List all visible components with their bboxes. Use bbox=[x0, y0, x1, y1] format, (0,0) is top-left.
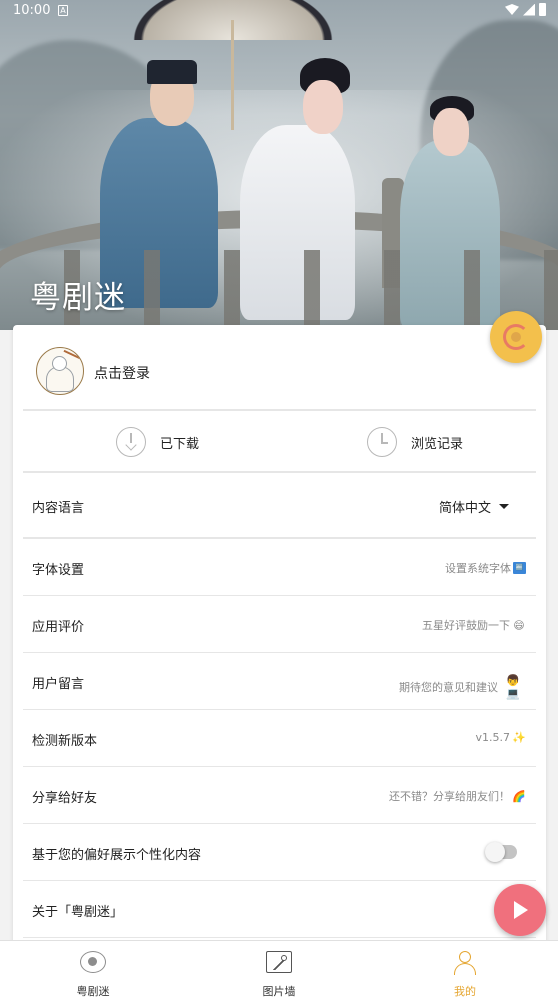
quick-actions: 已下载 浏览记录 bbox=[23, 411, 536, 473]
download-clock-icon bbox=[116, 427, 146, 457]
person-icon bbox=[452, 951, 478, 975]
history-clock-icon bbox=[367, 427, 397, 457]
play-fab-button[interactable] bbox=[494, 884, 546, 936]
boy-laptop-emoji-icon: 👦💻 bbox=[506, 674, 520, 700]
figure-lady-green-head bbox=[433, 108, 469, 156]
content-language-label: 内容语言 bbox=[32, 501, 85, 516]
bottom-nav: 粤剧迷 图片墙 我的 bbox=[0, 940, 558, 997]
menu-title: 分享给好友 bbox=[32, 791, 98, 806]
menu-hint: 期待您的意见和建议 👦💻 bbox=[399, 674, 526, 700]
sparkles-icon: ✨ bbox=[512, 731, 526, 744]
nav-label: 我的 bbox=[454, 985, 476, 997]
branch-decoration bbox=[63, 349, 83, 361]
opera-icon bbox=[80, 951, 106, 973]
menu-app-rating[interactable]: 应用评价 五星好评鼓励一下 😄 bbox=[23, 596, 536, 653]
nav-item-image-wall[interactable]: 图片墙 bbox=[186, 941, 372, 997]
login-label[interactable]: 点击登录 bbox=[94, 363, 150, 383]
history-label: 浏览记录 bbox=[411, 436, 464, 452]
login-row[interactable]: 点击登录 bbox=[23, 325, 536, 411]
profile-card: 点击登录 已下载 浏览记录 内容语言 简体中文 字体设置 设置系统字体 🔤 应用… bbox=[13, 325, 546, 965]
toggle-knob bbox=[485, 842, 505, 862]
avatar[interactable] bbox=[36, 347, 84, 395]
swirl-core bbox=[511, 332, 521, 342]
smile-emoji-icon: 😄 bbox=[513, 618, 525, 632]
status-icons bbox=[505, 3, 546, 16]
menu-title: 字体设置 bbox=[32, 563, 85, 578]
menu-title: 应用评价 bbox=[32, 620, 85, 635]
menu-share[interactable]: 分享给好友 还不错？分享给朋友们！ 🌈 bbox=[23, 767, 536, 824]
menu-title: 用户留言 bbox=[32, 677, 85, 692]
menu-personalization: 基于您的偏好展示个性化内容 bbox=[23, 824, 536, 881]
umbrella-stick bbox=[231, 20, 234, 130]
play-icon bbox=[514, 901, 528, 919]
nav-item-opera[interactable]: 粤剧迷 bbox=[0, 941, 186, 997]
wifi-icon bbox=[505, 4, 519, 15]
nav-label: 粤剧迷 bbox=[76, 985, 110, 997]
version-label: v1.5.7 bbox=[475, 731, 511, 744]
menu-title: 基于您的偏好展示个性化内容 bbox=[32, 848, 202, 863]
menu-font-settings[interactable]: 字体设置 设置系统字体 🔤 bbox=[23, 539, 536, 596]
header-banner: 粤剧迷 bbox=[0, 0, 558, 330]
history-button[interactable]: 浏览记录 bbox=[367, 425, 463, 459]
image-icon bbox=[266, 951, 292, 973]
notification-icon: A bbox=[58, 5, 68, 16]
page-title: 粤剧迷 bbox=[30, 280, 126, 316]
menu-user-feedback[interactable]: 用户留言 期待您的意见和建议 👦💻 bbox=[23, 653, 536, 710]
language-dropdown[interactable]: 简体中文 bbox=[439, 497, 509, 516]
avatar-head bbox=[52, 356, 67, 371]
menu-title: 关于「粤剧迷」 bbox=[32, 905, 124, 920]
menu-hint: 五星好评鼓励一下 😄 bbox=[422, 618, 525, 633]
opera-fab-button[interactable] bbox=[490, 311, 542, 363]
content-language-row: 内容语言 简体中文 bbox=[23, 473, 536, 539]
abc-icon: 🔤 bbox=[513, 562, 526, 574]
menu-hint: 设置系统字体 🔤 bbox=[445, 560, 526, 576]
figure-scholar-hat bbox=[147, 60, 197, 84]
menu-hint: 还不错？分享给朋友们！ 🌈 bbox=[389, 789, 526, 804]
rainbow-icon: 🌈 bbox=[512, 789, 526, 803]
nav-label: 图片墙 bbox=[262, 985, 296, 997]
status-bar: 10:00 A bbox=[0, 0, 558, 22]
downloads-label: 已下载 bbox=[160, 436, 200, 452]
menu-title: 检测新版本 bbox=[32, 734, 98, 749]
caret-down-icon bbox=[499, 504, 509, 509]
language-value: 简体中文 bbox=[438, 501, 491, 516]
menu-about[interactable]: 关于「粤剧迷」 bbox=[23, 881, 536, 938]
battery-icon bbox=[539, 3, 546, 16]
status-time: 10:00 bbox=[13, 3, 51, 18]
figure-lady-white-head bbox=[303, 80, 343, 134]
cell-signal-icon bbox=[523, 3, 535, 16]
personalization-toggle[interactable] bbox=[485, 842, 517, 862]
menu-check-update[interactable]: 检测新版本 v1.5.7 ✨ bbox=[23, 710, 536, 767]
downloads-button[interactable]: 已下载 bbox=[116, 425, 199, 459]
nav-item-me[interactable]: 我的 bbox=[372, 941, 558, 997]
menu-hint: v1.5.7 ✨ bbox=[476, 731, 527, 744]
